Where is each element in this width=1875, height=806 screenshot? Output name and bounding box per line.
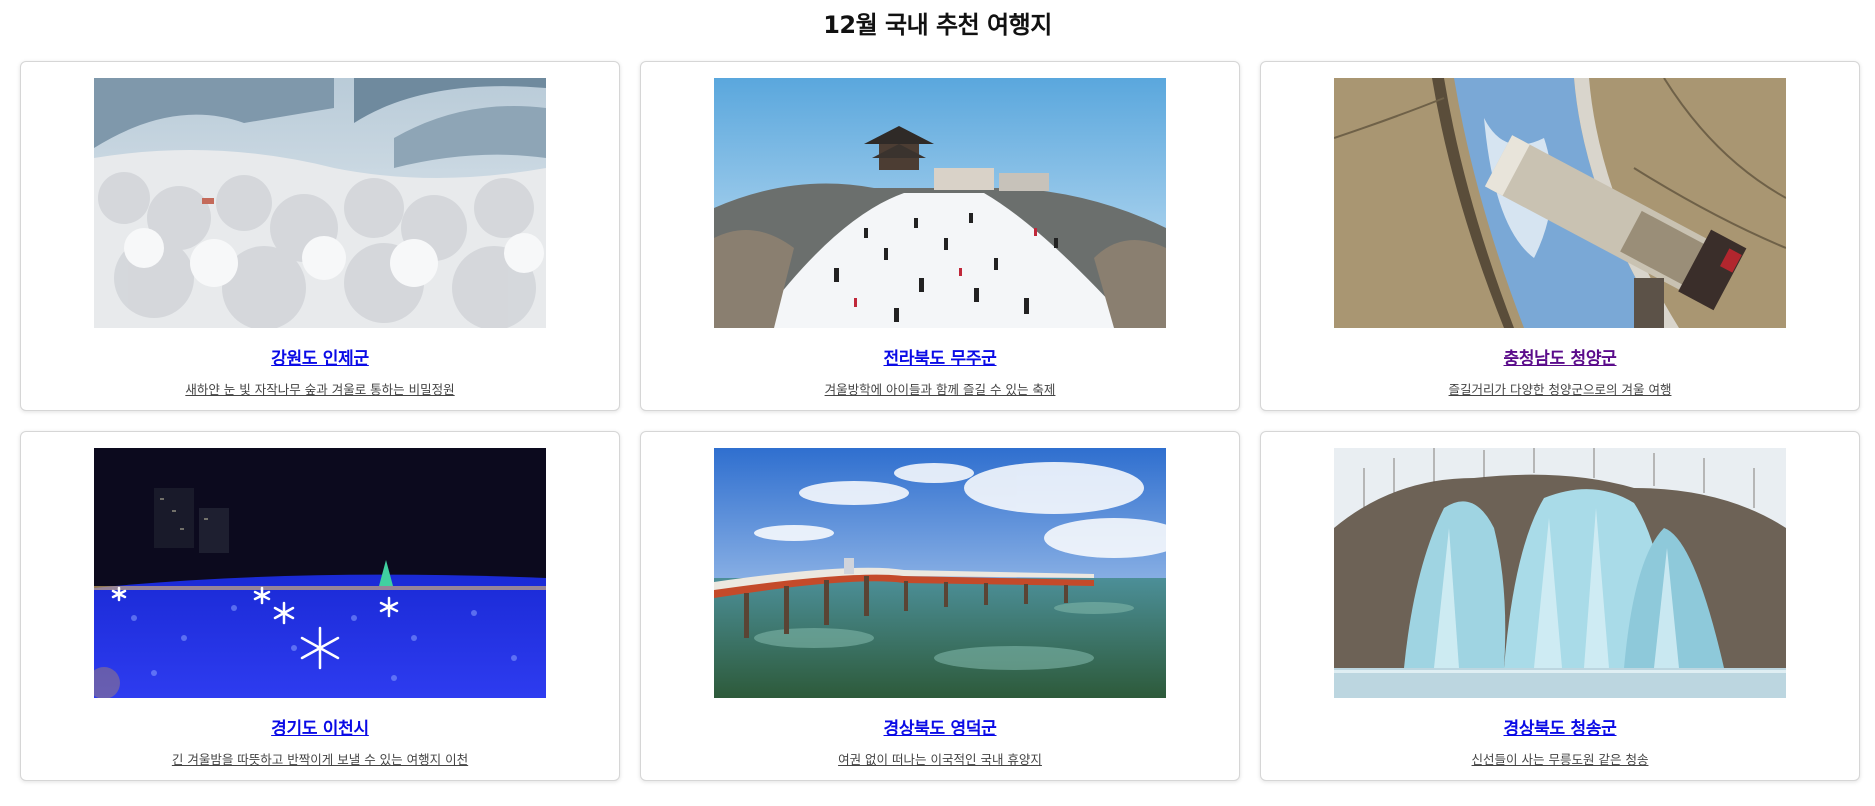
blue-light-festival-image	[94, 448, 546, 698]
destination-card: 경기도 이천시 긴 겨울밤을 따뜻하고 반짝이게 보낼 수 있는 여행지 이천	[20, 431, 620, 781]
page-title: 12월 국내 추천 여행지	[823, 11, 1052, 39]
destination-description-link[interactable]: 즐길거리가 다양한 청양군으로의 겨울 여행	[1449, 382, 1672, 397]
observatory-telescope-image	[1334, 78, 1786, 328]
destination-card: 경상북도 영덕군 여권 없이 떠나는 이국적인 국내 휴양지	[640, 431, 1240, 781]
destination-description-link[interactable]: 긴 겨울밤을 따뜻하고 반짝이게 보낼 수 있는 여행지 이천	[172, 752, 468, 767]
destination-description-link[interactable]: 신선들이 사는 무릉도원 같은 청송	[1472, 752, 1649, 767]
destination-card: 전라북도 무주군 겨울방학에 아이들과 함께 즐길 수 있는 축제	[640, 61, 1240, 411]
destination-description-link[interactable]: 여권 없이 떠나는 이국적인 국내 휴양지	[838, 752, 1042, 767]
seaside-pier-image	[714, 448, 1166, 698]
destination-title-link[interactable]: 경상북도 청송군	[1504, 714, 1617, 739]
ski-mountain-pavilion-image	[714, 78, 1166, 328]
destination-description-link[interactable]: 겨울방학에 아이들과 함께 즐길 수 있는 축제	[825, 382, 1056, 397]
frozen-ice-waterfall-image	[1334, 448, 1786, 698]
destination-title-link[interactable]: 충청남도 청양군	[1504, 344, 1617, 369]
destination-title-link[interactable]: 강원도 인제군	[271, 344, 369, 369]
destination-card: 경상북도 청송군 신선들이 사는 무릉도원 같은 청송	[1260, 431, 1860, 781]
destination-card: 강원도 인제군 새하얀 눈 빛 자작나무 숲과 겨울로 통하는 비밀정원	[20, 61, 620, 411]
destination-image-link[interactable]	[94, 448, 546, 698]
destination-card: 충청남도 청양군 즐길거리가 다양한 청양군으로의 겨울 여행	[1260, 61, 1860, 411]
destination-image-link[interactable]	[94, 78, 546, 328]
destination-image-link[interactable]	[1334, 448, 1786, 698]
destination-title-link[interactable]: 경기도 이천시	[271, 714, 369, 739]
destination-title-link[interactable]: 경상북도 영덕군	[884, 714, 997, 739]
destination-image-link[interactable]	[714, 448, 1166, 698]
destination-title-link[interactable]: 전라북도 무주군	[884, 344, 997, 369]
destination-description-link[interactable]: 새하얀 눈 빛 자작나무 숲과 겨울로 통하는 비밀정원	[185, 382, 454, 397]
destination-image-link[interactable]	[714, 78, 1166, 328]
snowy-birch-forest-image	[94, 78, 546, 328]
destination-image-link[interactable]	[1334, 78, 1786, 328]
destination-grid: 강원도 인제군 새하얀 눈 빛 자작나무 숲과 겨울로 통하는 비밀정원 전라북…	[20, 61, 1860, 781]
